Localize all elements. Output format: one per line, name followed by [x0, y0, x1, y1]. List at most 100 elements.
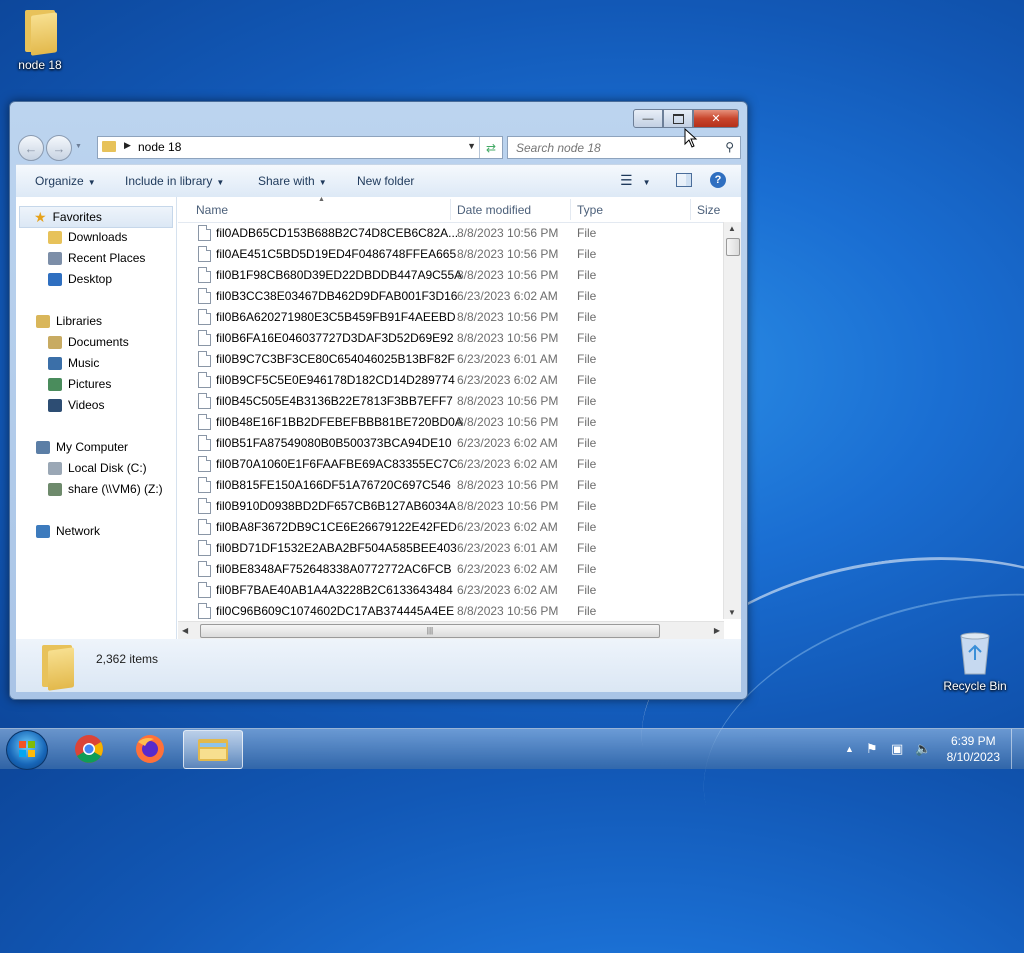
nav-item-local-disk[interactable]: Local Disk (C:) — [48, 458, 147, 478]
scroll-up-icon[interactable]: ▲ — [728, 224, 736, 233]
file-type: File — [577, 352, 597, 366]
help-button[interactable]: ? — [710, 172, 726, 188]
column-header-type[interactable]: Type — [577, 203, 603, 217]
share-with-button[interactable]: Share with ▼ — [258, 174, 327, 188]
taskbar-firefox[interactable] — [121, 730, 179, 767]
nav-item-videos[interactable]: Videos — [48, 395, 104, 415]
vertical-scrollbar[interactable]: ▲ ▼ — [723, 222, 741, 619]
horizontal-scrollbar[interactable]: ◀ ||| ▶ — [178, 621, 724, 639]
scroll-right-icon[interactable]: ▶ — [714, 626, 720, 635]
new-folder-button[interactable]: New folder — [357, 174, 414, 188]
show-desktop-button[interactable] — [1011, 729, 1024, 769]
preview-pane-button[interactable] — [676, 173, 692, 187]
taskbar-explorer[interactable] — [183, 730, 243, 769]
table-row[interactable]: fil0B48E16F1BB2DFEBEFBBB81BE720BD0A 8/8/2… — [178, 411, 723, 432]
maximize-button[interactable] — [663, 109, 693, 128]
nav-item-libraries[interactable]: Libraries — [36, 311, 102, 331]
start-button[interactable] — [6, 730, 48, 770]
search-icon[interactable]: ⚲ — [725, 140, 734, 154]
nav-item-music[interactable]: Music — [48, 353, 99, 373]
table-row[interactable]: fil0ADB65CD153B688B2C74D8CEB6C82A... 8/8/… — [178, 222, 723, 243]
computer-icon — [36, 440, 50, 454]
nav-item-downloads[interactable]: Downloads — [48, 227, 127, 247]
desktop-recycle-bin[interactable]: Recycle Bin — [935, 630, 1015, 693]
breadcrumb-chevron-icon[interactable]: ▶ — [124, 140, 131, 151]
share-with-label: Share with — [258, 174, 315, 188]
table-row[interactable]: fil0B3CC38E03467DB462D9DFAB001F3D16 6/23/… — [178, 285, 723, 306]
explorer-window[interactable]: — ✕ ← → ▼ ▶ node 18 ▼ ⇄ ⚲ Organize▼ Incl… — [9, 101, 748, 700]
table-row[interactable]: fil0C96B609C1074602DC17AB374445A4EE 8/8/2… — [178, 600, 723, 621]
scroll-down-icon[interactable]: ▼ — [728, 608, 736, 617]
libraries-icon — [36, 314, 50, 328]
column-header-size[interactable]: Size — [697, 203, 720, 217]
column-header-name[interactable]: Name — [196, 203, 228, 217]
system-clock[interactable]: 6:39 PM 8/10/2023 — [947, 733, 1000, 765]
file-icon — [198, 603, 211, 619]
nav-item-pictures[interactable]: Pictures — [48, 374, 111, 394]
forward-button[interactable]: → — [46, 135, 72, 161]
firefox-icon — [136, 735, 164, 763]
nav-label: share (\\VM6) (Z:) — [68, 482, 163, 496]
nav-item-share[interactable]: share (\\VM6) (Z:) — [48, 479, 163, 499]
scroll-left-icon[interactable]: ◀ — [182, 626, 188, 635]
recent-pages-chevron-icon[interactable]: ▼ — [75, 143, 82, 150]
minimize-button[interactable]: — — [633, 109, 663, 128]
table-row[interactable]: fil0B910D0938BD2DF657CB6B127AB6034A 8/8/2… — [178, 495, 723, 516]
table-row[interactable]: fil0B9C7C3BF3CE80C654046025B13BF82F 6/23/… — [178, 348, 723, 369]
nav-item-my-computer[interactable]: My Computer — [36, 437, 128, 457]
nav-label: Documents — [68, 335, 129, 349]
table-row[interactable]: fil0BE8348AF752648338A0772772AC6FCB 6/23/… — [178, 558, 723, 579]
scroll-thumb[interactable] — [726, 238, 740, 256]
file-type: File — [577, 268, 597, 282]
table-row[interactable]: fil0BF7BAE40AB1A4A3228B2C6133643484 6/23/… — [178, 579, 723, 600]
table-row[interactable]: fil0B45C505E4B3136B22E7813F3BB7EFF7 8/8/2… — [178, 390, 723, 411]
back-button[interactable]: ← — [18, 135, 44, 161]
table-row[interactable]: fil0B6A620271980E3C5B459FB91F4AEEBD 8/8/2… — [178, 306, 723, 327]
file-name: fil0B910D0938BD2DF657CB6B127AB6034A — [216, 499, 457, 513]
table-row[interactable]: fil0B815FE150A166DF51A76720C697C546 8/8/2… — [178, 474, 723, 495]
volume-muted-icon[interactable]: 🔈 — [915, 741, 931, 757]
show-hidden-icons-icon[interactable]: ▲ — [845, 744, 854, 754]
column-divider[interactable] — [450, 199, 451, 220]
refresh-button[interactable]: ⇄ — [479, 137, 502, 158]
taskbar-chrome[interactable] — [60, 730, 118, 767]
table-row[interactable]: fil0B6FA16E046037727D3DAF3D52D69E92 8/8/2… — [178, 327, 723, 348]
explorer-icon — [198, 739, 228, 761]
search-box[interactable]: ⚲ — [507, 136, 741, 159]
table-row[interactable]: fil0AE451C5BD5D19ED4F0486748FFEA665 8/8/2… — [178, 243, 723, 264]
star-icon: ★ — [34, 208, 47, 225]
address-bar[interactable]: ▶ node 18 ▼ ⇄ — [97, 136, 503, 159]
table-row[interactable]: fil0B70A1060E1F6FAAFBE69AC83355EC7C 6/23/… — [178, 453, 723, 474]
column-divider[interactable] — [570, 199, 571, 220]
nav-item-desktop[interactable]: Desktop — [48, 269, 112, 289]
breadcrumb[interactable]: node 18 — [138, 140, 181, 154]
close-button[interactable]: ✕ — [693, 109, 739, 128]
column-header-date[interactable]: Date modified — [457, 203, 531, 217]
table-row[interactable]: fil0B1F98CB680D39ED22DBDDB447A9C55A 8/8/2… — [178, 264, 723, 285]
desktop-folder-node18[interactable]: node 18 — [0, 8, 80, 72]
organize-button[interactable]: Organize ▼ — [35, 174, 96, 188]
table-row[interactable]: fil0BA8F3672DB9C1CE6E26679122E42FED 6/23/… — [178, 516, 723, 537]
close-icon: ✕ — [711, 113, 721, 125]
table-row[interactable]: fil0B9CF5C5E0E946178D182CD14D289774 6/23/… — [178, 369, 723, 390]
sort-up-icon: ▲ — [318, 197, 325, 203]
change-view-button[interactable]: ☰ ▼ — [620, 172, 650, 189]
column-divider[interactable] — [690, 199, 691, 220]
file-type: File — [577, 604, 597, 618]
address-dropdown-icon[interactable]: ▼ — [467, 141, 476, 151]
network-status-icon[interactable]: ▣ — [891, 741, 903, 757]
table-row[interactable]: fil0B51FA87549080B0B500373BCA94DE10 6/23/… — [178, 432, 723, 453]
scroll-thumb[interactable]: ||| — [200, 624, 660, 638]
file-type: File — [577, 331, 597, 345]
nav-item-documents[interactable]: Documents — [48, 332, 129, 352]
table-row[interactable]: fil0BD71DF1532E2ABA2BF504A585BEE403 6/23/… — [178, 537, 723, 558]
file-type: File — [577, 310, 597, 324]
include-in-library-button[interactable]: Include in library ▼ — [125, 174, 224, 188]
action-center-flag-icon[interactable]: ⚑ — [866, 741, 878, 757]
nav-item-network[interactable]: Network — [36, 521, 100, 541]
nav-item-favorites[interactable]: ★ Favorites — [19, 206, 173, 228]
file-date: 8/8/2023 10:56 PM — [457, 394, 559, 408]
nav-item-recent-places[interactable]: Recent Places — [48, 248, 145, 268]
back-arrow-icon: ← — [24, 140, 38, 156]
file-name: fil0B6A620271980E3C5B459FB91F4AEEBD — [216, 310, 456, 324]
